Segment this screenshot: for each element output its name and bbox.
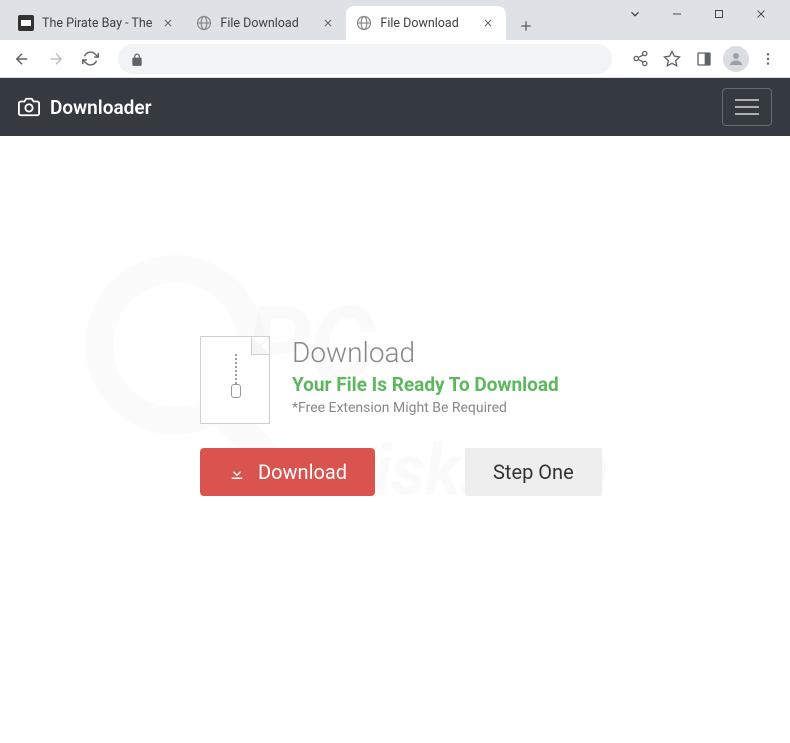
- panel-icon[interactable]: [690, 45, 718, 73]
- brand[interactable]: Downloader: [18, 96, 151, 119]
- download-arrow-icon: [228, 463, 246, 481]
- window-close-icon[interactable]: [754, 7, 768, 21]
- tab-title: The Pirate Bay - The: [42, 16, 152, 31]
- tab-title: File Download: [380, 16, 472, 31]
- url-bar[interactable]: [118, 44, 612, 74]
- brand-label: Downloader: [50, 96, 151, 119]
- download-button[interactable]: Download: [200, 448, 375, 496]
- tab-close-icon[interactable]: [480, 15, 496, 31]
- download-text: Download Your File Is Ready To Download …: [292, 336, 559, 416]
- window-maximize-icon[interactable]: [712, 7, 726, 21]
- download-block: Download Your File Is Ready To Download …: [200, 336, 790, 424]
- download-button-label: Download: [258, 460, 347, 484]
- favicon-globe-icon: [196, 15, 212, 31]
- lock-icon: [130, 52, 144, 66]
- window-chevron-icon[interactable]: [628, 7, 642, 21]
- tab-pirate-bay[interactable]: The Pirate Bay - The: [8, 6, 186, 40]
- new-tab-button[interactable]: [512, 12, 540, 40]
- step-one-button[interactable]: Step One: [465, 448, 602, 496]
- window-minimize-icon[interactable]: [670, 7, 684, 21]
- download-heading: Download: [292, 336, 559, 369]
- favicon-custom-icon: [18, 15, 34, 31]
- bookmark-star-icon[interactable]: [658, 45, 686, 73]
- profile-avatar[interactable]: [722, 45, 750, 73]
- camera-icon: [18, 96, 40, 118]
- hamburger-menu-button[interactable]: [722, 88, 772, 126]
- share-icon[interactable]: [626, 45, 654, 73]
- favicon-globe-icon: [356, 15, 372, 31]
- zip-file-icon: [200, 336, 270, 424]
- hamburger-icon: [735, 106, 759, 108]
- window-controls: [628, 10, 780, 18]
- reload-button[interactable]: [76, 45, 104, 73]
- content: Download Your File Is Ready To Download …: [0, 136, 790, 496]
- tab-file-download-2[interactable]: File Download: [346, 6, 506, 40]
- tab-close-icon[interactable]: [160, 15, 176, 31]
- tab-file-download-1[interactable]: File Download: [186, 6, 346, 40]
- tab-title: File Download: [220, 16, 312, 31]
- menu-dots-icon[interactable]: [754, 45, 782, 73]
- extension-note: *Free Extension Might Be Required: [292, 400, 559, 416]
- page-header: Downloader: [0, 78, 790, 136]
- tab-close-icon[interactable]: [320, 15, 336, 31]
- ready-text: Your File Is Ready To Download: [292, 373, 559, 396]
- forward-button[interactable]: [42, 45, 70, 73]
- button-row: Download Step One: [200, 448, 790, 496]
- back-button[interactable]: [8, 45, 36, 73]
- browser-toolbar: [0, 40, 790, 78]
- avatar-icon: [723, 46, 749, 72]
